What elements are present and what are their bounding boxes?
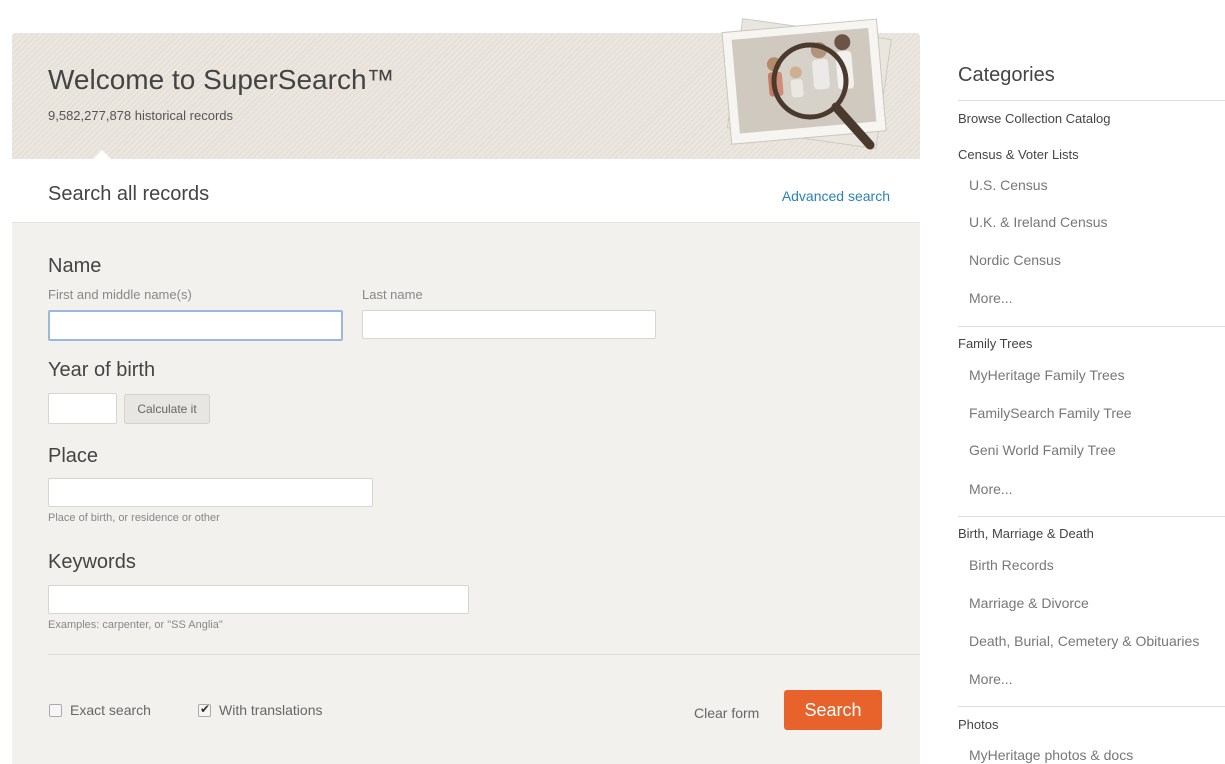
family-photo-illustration — [721, 18, 892, 150]
category-item-geni-tree[interactable]: Geni World Family Tree — [969, 442, 1116, 458]
categories-sidebar: Categories Browse Collection Catalog Cen… — [958, 0, 1225, 764]
category-divider — [958, 516, 1225, 517]
with-translations-label: With translations — [219, 702, 323, 718]
category-item-trees-more[interactable]: More... — [969, 481, 1013, 497]
place-section-label: Place — [48, 445, 99, 467]
category-item-myheritage-trees[interactable]: MyHeritage Family Trees — [969, 367, 1125, 383]
category-divider — [958, 326, 1225, 327]
clear-form-link[interactable]: Clear form — [694, 705, 759, 721]
exact-search-label: Exact search — [70, 702, 151, 718]
welcome-header: Welcome to SuperSearch™ 9,582,277,878 hi… — [12, 18, 920, 159]
category-group-census[interactable]: Census & Voter Lists — [958, 147, 1079, 162]
category-item-nordic-census[interactable]: Nordic Census — [969, 252, 1061, 268]
category-item-familysearch-tree[interactable]: FamilySearch Family Tree — [969, 405, 1132, 421]
category-item-marriage-divorce[interactable]: Marriage & Divorce — [969, 595, 1089, 611]
place-hint: Place of birth, or residence or other — [48, 512, 220, 524]
last-name-input[interactable] — [362, 310, 656, 339]
name-section-label: Name — [48, 255, 102, 277]
year-of-birth-label: Year of birth — [48, 359, 156, 381]
categories-title: Categories — [958, 64, 1055, 86]
advanced-search-link[interactable]: Advanced search — [782, 188, 890, 204]
category-item-death-burial[interactable]: Death, Burial, Cemetery & Obituaries — [969, 633, 1199, 649]
categories-divider — [958, 100, 1225, 101]
search-bar-notch — [92, 150, 112, 160]
search-bar: Search all records Advanced search — [12, 150, 920, 223]
exact-search-checkbox[interactable] — [49, 704, 62, 717]
category-divider — [958, 706, 1225, 707]
category-item-uk-census[interactable]: U.K. & Ireland Census — [969, 214, 1108, 230]
first-name-input[interactable] — [48, 310, 343, 341]
category-item-census-more[interactable]: More... — [969, 290, 1013, 306]
category-item-bmd-more[interactable]: More... — [969, 671, 1013, 687]
category-item-us-census[interactable]: U.S. Census — [969, 177, 1048, 193]
keywords-input[interactable] — [48, 585, 469, 614]
last-name-label: Last name — [362, 287, 423, 302]
first-name-label: First and middle name(s) — [48, 287, 192, 302]
records-count: 9,582,277,878 historical records — [48, 108, 234, 123]
place-input[interactable] — [48, 478, 373, 507]
category-item-myheritage-photos[interactable]: MyHeritage photos & docs — [969, 747, 1133, 763]
keywords-hint: Examples: carpenter, or "SS Anglia" — [48, 619, 223, 631]
calculate-it-button[interactable]: Calculate it — [124, 394, 210, 424]
page-title: Welcome to SuperSearch™ — [48, 64, 395, 95]
search-all-title: Search all records — [48, 183, 210, 205]
keywords-section-label: Keywords — [48, 551, 136, 573]
category-group-photos[interactable]: Photos — [958, 717, 998, 732]
browse-catalog-link[interactable]: Browse Collection Catalog — [958, 111, 1110, 126]
with-translations-checkbox[interactable] — [198, 702, 211, 717]
year-of-birth-input[interactable] — [48, 393, 117, 424]
category-group-family-trees[interactable]: Family Trees — [958, 336, 1032, 351]
form-divider — [48, 654, 920, 655]
category-group-birth-marriage-death[interactable]: Birth, Marriage & Death — [958, 526, 1094, 541]
category-item-birth-records[interactable]: Birth Records — [969, 557, 1054, 573]
search-button[interactable]: Search — [784, 690, 882, 730]
